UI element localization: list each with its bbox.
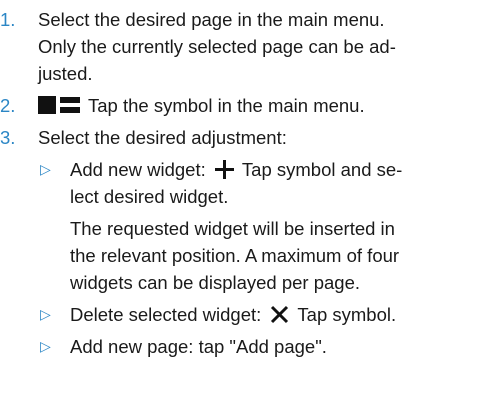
sub-item-add-page: ▷ Add new page: tap "Add page". [38,333,482,360]
add-page-text: Add new page: tap "Add page". [70,336,327,357]
note-line-1: The requested widget will be inserted in [70,218,395,239]
step-1: 1. Select the desired page in the main m… [0,6,482,87]
step-number: 2. [0,95,16,116]
add-widget-lead: Add new widget: [70,159,206,180]
step-number: 3. [0,127,16,148]
sub-item-add-widget: ▷ Add new widget: Tap symbol and se- lec… [38,156,482,210]
delete-widget-rest: Tap symbol. [297,304,397,325]
plus-icon [214,159,234,179]
main-menu-icon [38,96,80,115]
step-2: 2. Tap the symbol in the main menu. [0,92,482,119]
add-widget-line-2: lect desired widget. [70,186,229,207]
note-line-2: the relevant position. A maximum of four [70,245,400,266]
step-1-line-1: Select the desired page in the main menu… [38,9,385,30]
step-2-text: Tap the symbol in the main menu. [88,95,365,116]
instruction-document: 1. Select the desired page in the main m… [0,6,482,365]
add-widget-rest: Tap symbol and se- [241,159,403,180]
step-1-line-3: justed. [38,63,93,84]
triangle-bullet-icon: ▷ [40,161,51,177]
step-1-line-2: Only the currently selected page can be … [38,36,396,57]
triangle-bullet-icon: ▷ [40,306,51,322]
step-3: 3. Select the desired adjustment: [0,124,482,151]
sub-item-delete-widget: ▷ Delete selected widget: Tap symbol. [38,301,482,328]
triangle-bullet-icon: ▷ [40,338,51,354]
note-line-3: widgets can be displayed per page. [70,272,361,293]
close-icon [271,305,289,323]
step-3-text: Select the desired adjustment: [38,127,287,148]
step-number: 1. [0,9,16,30]
delete-widget-lead: Delete selected widget: [70,304,262,325]
add-widget-note: The requested widget will be inserted in… [70,215,482,296]
